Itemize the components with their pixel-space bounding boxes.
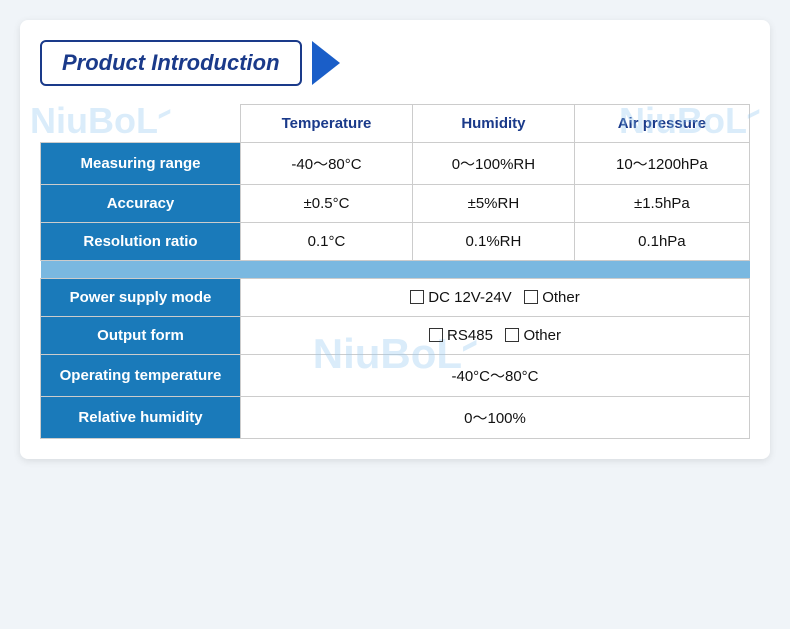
hum-accuracy: ±5%RH: [413, 185, 575, 223]
temp-resolution: 0.1°C: [241, 223, 413, 261]
table-row-measuring-range: Measuring range -40～80°C 0～100%RH 10～120…: [41, 143, 750, 185]
label-resolution: Resolution ratio: [41, 223, 241, 261]
table-row-accuracy: Accuracy ±0.5°C ±5%RH ±1.5hPa: [41, 185, 750, 223]
checkbox-other-power: [524, 290, 538, 304]
pres-measuring-range: 10～1200hPa: [574, 143, 749, 185]
temp-accuracy: ±0.5°C: [241, 185, 413, 223]
label-accuracy: Accuracy: [41, 185, 241, 223]
product-card: NiuBoL𝅪 NiuBoL𝅪 NiuBoL𝅪 Product Introduc…: [20, 20, 770, 459]
pres-accuracy: ±1.5hPa: [574, 185, 749, 223]
page-title: Product Introduction: [62, 50, 280, 76]
table-row-output-form: Output form RS485 Other: [41, 317, 750, 355]
checkbox-dc: [410, 290, 424, 304]
value-output-form: RS485 Other: [241, 317, 750, 355]
label-power-supply: Power supply mode: [41, 279, 241, 317]
checkbox-other-output: [505, 328, 519, 342]
title-arrow-decoration: [312, 41, 340, 85]
table-row-resolution: Resolution ratio 0.1°C 0.1%RH 0.1hPa: [41, 223, 750, 261]
checkbox-rs485: [429, 328, 443, 342]
pres-resolution: 0.1hPa: [574, 223, 749, 261]
hum-measuring-range: 0～100%RH: [413, 143, 575, 185]
label-measuring-range: Measuring range: [41, 143, 241, 185]
temp-measuring-range: -40～80°C: [241, 143, 413, 185]
table-row-operating-temp: Operating temperature -40°C～80°C: [41, 355, 750, 397]
header-temperature: Temperature: [241, 105, 413, 143]
label-relative-humidity: Relative humidity: [41, 397, 241, 439]
label-operating-temp: Operating temperature: [41, 355, 241, 397]
spec-table: Temperature Humidity Air pressure Measur…: [40, 104, 750, 439]
table-row-power-supply: Power supply mode DC 12V-24V Other: [41, 279, 750, 317]
header-humidity: Humidity: [413, 105, 575, 143]
title-box: Product Introduction: [40, 40, 302, 86]
label-output-form: Output form: [41, 317, 241, 355]
hum-resolution: 0.1%RH: [413, 223, 575, 261]
header-empty: [41, 105, 241, 143]
table-row-relative-humidity: Relative humidity 0～100%: [41, 397, 750, 439]
value-operating-temp: -40°C～80°C: [241, 355, 750, 397]
value-power-supply: DC 12V-24V Other: [241, 279, 750, 317]
table-header-row: Temperature Humidity Air pressure: [41, 105, 750, 143]
title-container: Product Introduction: [40, 40, 750, 86]
value-relative-humidity: 0～100%: [241, 397, 750, 439]
header-air-pressure: Air pressure: [574, 105, 749, 143]
table-spacer: [41, 261, 750, 279]
